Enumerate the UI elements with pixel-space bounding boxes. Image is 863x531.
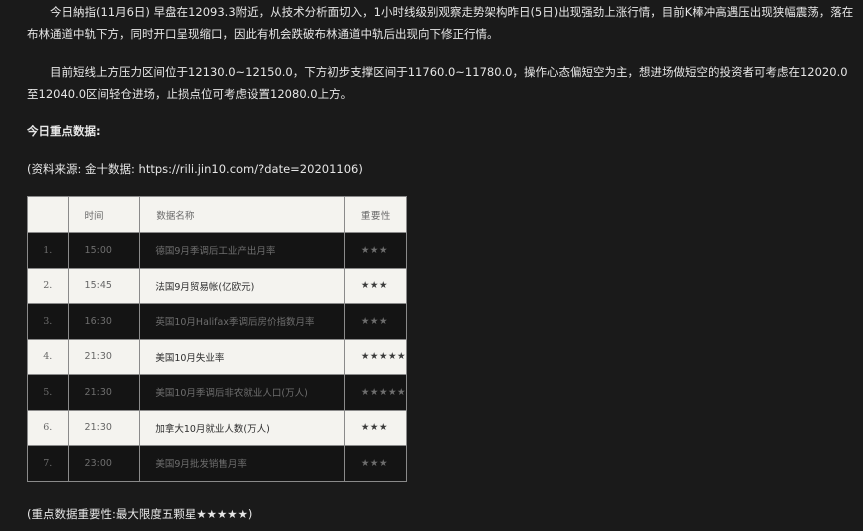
table-row: 7. 23:00 美国9月批发销售月率 ★★★ xyxy=(27,445,408,482)
row-index: 1. xyxy=(27,232,69,269)
table-row: 3. 16:30 英国10月Halifax季调后房价指数月率 ★★★ xyxy=(27,303,408,340)
analysis-paragraph-1: 今日納指(11月6日) 早盘在12093.3附近，从技术分析面切入，1小时线级别… xyxy=(27,5,854,41)
row-time: 15:45 xyxy=(67,267,141,304)
row-importance-stars: ★★★ xyxy=(343,267,408,304)
row-time: 21:30 xyxy=(67,338,141,375)
row-data-name: 美国9月批发销售月率 xyxy=(139,445,345,482)
header-index xyxy=(27,196,69,233)
table-header-row: 时间 数据名称 重要性 xyxy=(27,196,408,233)
row-data-name: 美国10月季调后非农就业人口(万人) xyxy=(139,374,345,411)
table-row: 2. 15:45 法国9月贸易帐(亿欧元) ★★★ xyxy=(27,267,408,304)
row-importance-stars: ★★★ xyxy=(343,232,408,269)
row-data-name: 加拿大10月就业人数(万人) xyxy=(139,409,345,446)
row-importance-stars: ★★★ xyxy=(343,409,408,446)
header-time: 时间 xyxy=(67,196,141,233)
importance-footnote: (重点数据重要性:最大限度五颗星★★★★★) xyxy=(27,507,253,521)
analysis-paragraph-2: 目前短线上方压力区间位于12130.0~12150.0，下方初步支撑区间于117… xyxy=(27,65,848,101)
row-index: 7. xyxy=(27,445,69,482)
row-data-name: 德国9月季调后工业产出月率 xyxy=(139,232,345,269)
table-row: 1. 15:00 德国9月季调后工业产出月率 ★★★ xyxy=(27,232,408,269)
row-time: 23:00 xyxy=(67,445,141,482)
row-time: 15:00 xyxy=(67,232,141,269)
row-importance-stars: ★★★ xyxy=(343,445,408,482)
table-row: 6. 21:30 加拿大10月就业人数(万人) ★★★ xyxy=(27,409,408,446)
header-importance: 重要性 xyxy=(343,196,408,233)
row-index: 3. xyxy=(27,303,69,340)
row-time: 16:30 xyxy=(67,303,141,340)
row-importance-stars: ★★★★★ xyxy=(343,338,408,375)
row-index: 2. xyxy=(27,267,69,304)
row-importance-stars: ★★★ xyxy=(343,303,408,340)
row-time: 21:30 xyxy=(67,409,141,446)
economic-calendar-table: 时间 数据名称 重要性 1. 15:00 德国9月季调后工业产出月率 ★★★ 2… xyxy=(27,196,408,482)
row-data-name: 英国10月Halifax季调后房价指数月率 xyxy=(139,303,345,340)
row-index: 4. xyxy=(27,338,69,375)
header-data-name: 数据名称 xyxy=(139,196,345,233)
row-time: 21:30 xyxy=(67,374,141,411)
row-index: 5. xyxy=(27,374,69,411)
row-index: 6. xyxy=(27,409,69,446)
row-data-name: 法国9月贸易帐(亿欧元) xyxy=(139,267,345,304)
data-source-note: (资料来源: 金十数据: https://rili.jin10.com/?dat… xyxy=(27,162,363,176)
row-importance-stars: ★★★★★ xyxy=(343,374,408,411)
table-row: 4. 21:30 美国10月失业率 ★★★★★ xyxy=(27,338,408,375)
row-data-name: 美国10月失业率 xyxy=(139,338,345,375)
table-row: 5. 21:30 美国10月季调后非农就业人口(万人) ★★★★★ xyxy=(27,374,408,411)
key-data-heading: 今日重点数据: xyxy=(27,124,101,138)
